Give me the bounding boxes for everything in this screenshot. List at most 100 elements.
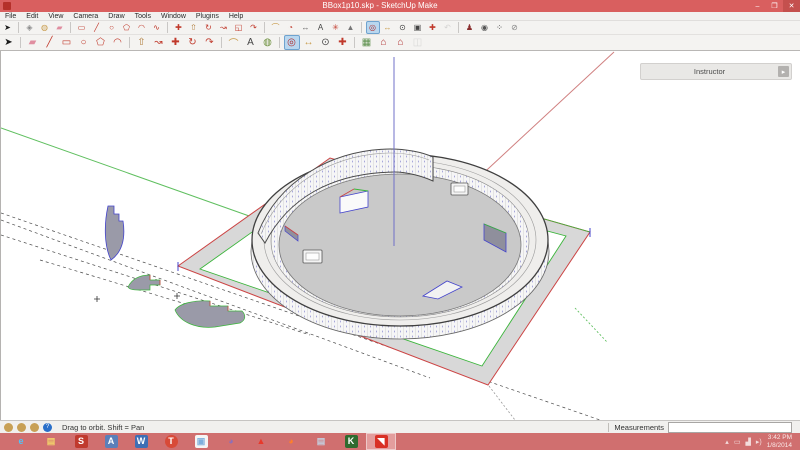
flat-arc-part-small[interactable] [128,275,160,290]
curved-blade-part[interactable] [105,206,124,260]
select-icon[interactable]: ➤ [1,21,15,34]
tray-expand-icon[interactable]: ▴ [725,438,729,446]
tray-volume-icon[interactable]: ▸) [756,438,762,446]
arc-icon[interactable]: ◠ [110,35,126,50]
taskbar-app-app-w[interactable]: W [126,433,156,450]
section-plane-icon[interactable]: ⊘ [508,21,522,34]
menu-file[interactable]: File [0,12,21,21]
pan-icon[interactable]: ↔ [381,21,395,34]
line-icon[interactable]: ╱ [90,21,104,34]
walk-icon[interactable]: ⁘ [493,21,507,34]
taskbar-app-app-s[interactable]: S [66,433,96,450]
select-icon[interactable]: ➤ [1,35,17,50]
zoom-icon[interactable]: ⊙ [396,21,410,34]
follow-me-icon[interactable]: ↝ [151,35,167,50]
green-axis[interactable] [1,128,252,217]
taskbar-app-app-docs[interactable]: ▤ [306,433,336,450]
help-icon[interactable]: ? [43,423,52,432]
tape-measure-icon[interactable]: ⌒ [226,35,242,50]
rectangle-icon[interactable]: ▭ [75,21,89,34]
share-model-icon[interactable]: ⌂ [393,35,409,50]
tray-display-icon[interactable]: ▭ [734,438,741,446]
credits-icon[interactable] [17,423,26,432]
zoom-extents-icon[interactable]: ✚ [426,21,440,34]
geolocation-icon[interactable] [4,423,13,432]
3d-text-icon[interactable]: ▲ [344,21,358,34]
flat-arc-part-large[interactable] [175,301,245,328]
instructor-panel[interactable]: Instructor ▸ [640,63,792,80]
taskbar-app-photo-viewer[interactable]: ▣ [186,433,216,450]
taskbar-app-file-explorer[interactable]: ▤ [36,433,66,450]
push-pull-icon[interactable]: ⇧ [134,35,150,50]
model-viewport[interactable]: Instructor ▸ [0,51,800,420]
minimize-button[interactable]: – [749,0,766,12]
eraser-icon[interactable]: ▰ [25,35,41,50]
dimension-icon[interactable]: ↔ [299,21,313,34]
make-component-icon[interactable]: ◈ [23,21,37,34]
move-icon[interactable]: ✚ [172,21,186,34]
text-icon[interactable]: A [243,35,259,50]
rectangle-icon[interactable]: ▭ [59,35,75,50]
menu-plugins[interactable]: Plugins [191,12,224,21]
taskbar-app-internet-explorer[interactable]: e [6,433,36,450]
line-icon[interactable]: ╱ [42,35,58,50]
zoom-icon[interactable]: ⊙ [318,35,334,50]
push-pull-icon[interactable]: ⇧ [187,21,201,34]
polygon-icon[interactable]: ⬠ [120,21,134,34]
menu-window[interactable]: Window [156,12,191,21]
pan-icon[interactable]: ↔ [301,35,317,50]
floor[interactable] [279,174,521,316]
taskbar-clock[interactable]: 3:42 PM 1/8/2014 [767,434,792,449]
menu-tools[interactable]: Tools [130,12,156,21]
tape-measure-icon[interactable]: ⌒ [269,21,283,34]
model-info-icon[interactable] [30,423,39,432]
close-button[interactable]: ✕ [783,0,800,12]
zoom-window-icon[interactable]: ▣ [411,21,425,34]
rotate-icon[interactable]: ↻ [185,35,201,50]
measurements-input[interactable] [668,422,792,433]
taskbar-app-app-k[interactable]: K [336,433,366,450]
menu-camera[interactable]: Camera [68,12,103,21]
menu-help[interactable]: Help [224,12,248,21]
offset-icon[interactable]: ↷ [202,35,218,50]
follow-me-icon[interactable]: ↝ [217,21,231,34]
taskbar-app-app-t[interactable]: T [156,433,186,450]
title-bar[interactable]: BBox1p10.skp - SketchUp Make – ❒ ✕ [0,0,800,12]
arc-icon[interactable]: ◠ [135,21,149,34]
orbit-icon[interactable]: ◎ [366,21,380,34]
tray-network-icon[interactable]: ▟ [745,438,750,446]
polygon-icon[interactable]: ⬠ [93,35,109,50]
maximize-button[interactable]: ❒ [766,0,783,12]
protractor-icon[interactable]: ◔ [284,21,298,34]
get-models-icon[interactable]: ⌂ [376,35,392,50]
scale-icon[interactable]: ◱ [232,21,246,34]
circle-icon[interactable]: ○ [76,35,92,50]
paint-bucket-icon[interactable]: ◍ [260,35,276,50]
menu-view[interactable]: View [43,12,68,21]
menu-edit[interactable]: Edit [21,12,43,21]
rotate-icon[interactable]: ↻ [202,21,216,34]
wall-window-right[interactable] [451,183,468,195]
axes-icon[interactable]: ✳ [329,21,343,34]
taskbar-app-adobe-reader[interactable]: ▲ [246,433,276,450]
menu-draw[interactable]: Draw [103,12,129,21]
model-canvas[interactable] [1,51,800,420]
taskbar-app-sketchup[interactable]: ◥ [366,433,396,450]
instructor-expand-button[interactable]: ▸ [778,66,789,77]
look-around-icon[interactable]: ◉ [478,21,492,34]
offset-icon[interactable]: ↷ [247,21,261,34]
add-location-icon[interactable]: ▦ [359,35,375,50]
wall-window-left[interactable] [303,250,322,263]
zoom-extents-icon[interactable]: ✚ [335,35,351,50]
taskbar-app-firefox[interactable]: ◕ [276,433,306,450]
position-camera-icon[interactable]: ♟ [463,21,477,34]
move-icon[interactable]: ✚ [168,35,184,50]
orbit-icon[interactable]: ◎ [284,35,300,50]
taskbar-app-app-a[interactable]: A [96,433,126,450]
paint-bucket-icon[interactable]: ◍ [38,21,52,34]
circle-icon[interactable]: ○ [105,21,119,34]
eraser-icon[interactable]: ▰ [53,21,67,34]
taskbar-app-paint[interactable]: ◕ [216,433,246,450]
freehand-icon[interactable]: ∿ [150,21,164,34]
text-icon[interactable]: A [314,21,328,34]
